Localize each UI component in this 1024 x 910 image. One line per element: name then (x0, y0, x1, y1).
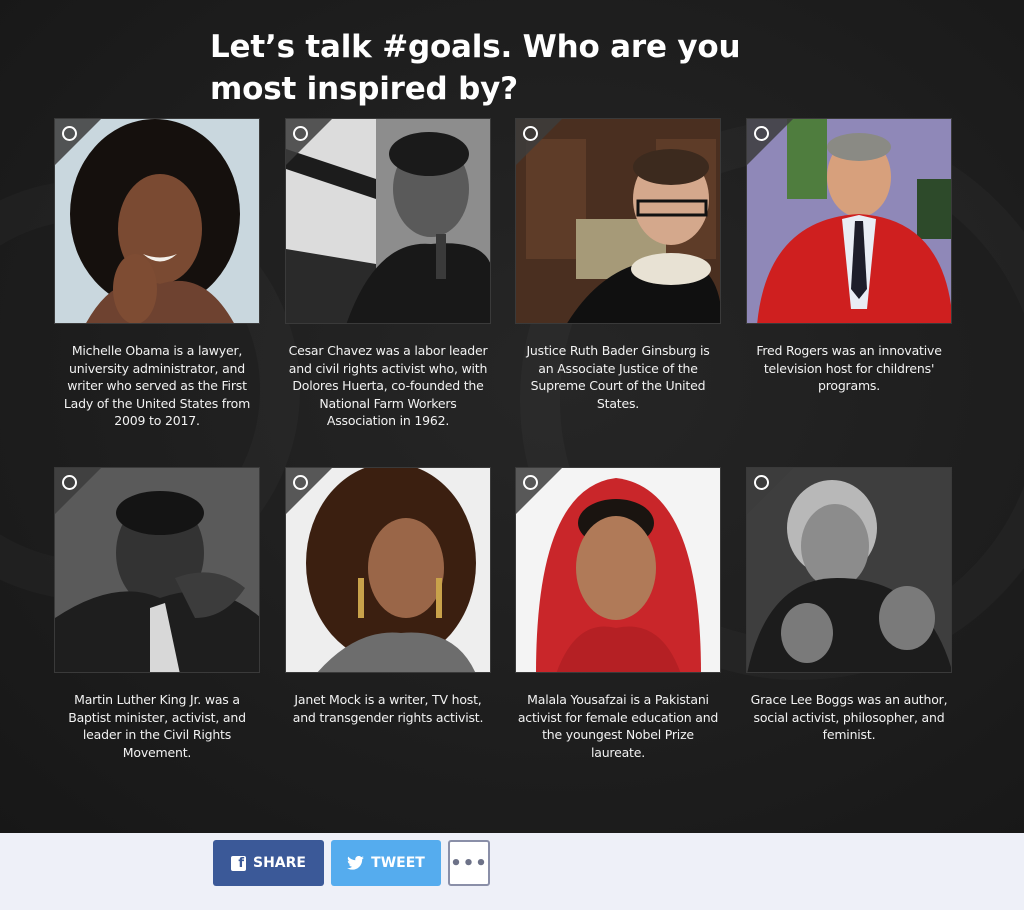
radio-button[interactable] (754, 126, 769, 141)
quiz-panel: Let’s talk #goals. Who are you most insp… (0, 0, 1024, 833)
facebook-icon: f (231, 855, 246, 871)
selection-corner (55, 119, 101, 165)
option-card-michelle-obama[interactable]: Michelle Obama is a lawyer, university a… (54, 118, 260, 430)
portrait-image[interactable] (285, 467, 491, 673)
option-caption: Michelle Obama is a lawyer, university a… (63, 343, 251, 428)
radio-button[interactable] (293, 126, 308, 141)
selection-corner (55, 468, 101, 514)
radio-button[interactable] (293, 475, 308, 490)
option-card-fred-rogers[interactable]: Fred Rogers was an innovative television… (746, 118, 952, 395)
twitter-bird-icon (347, 856, 365, 870)
portrait-image[interactable] (746, 118, 952, 324)
option-caption: Justice Ruth Bader Ginsburg is an Associ… (526, 343, 710, 411)
selection-corner (516, 119, 562, 165)
option-caption: Fred Rogers was an innovative television… (756, 343, 942, 393)
radio-button[interactable] (62, 475, 77, 490)
option-caption: Cesar Chavez was a labor leader and civi… (288, 343, 488, 428)
portrait-image[interactable] (746, 467, 952, 673)
portrait-image[interactable] (54, 467, 260, 673)
radio-button[interactable] (62, 126, 77, 141)
option-card-malala-yousafzai[interactable]: Malala Yousafzai is a Pakistani activist… (515, 467, 721, 761)
option-caption: Martin Luther King Jr. was a Baptist min… (68, 692, 246, 760)
option-caption: Grace Lee Boggs was an author, social ac… (750, 692, 948, 742)
selection-corner (516, 468, 562, 514)
quiz-question: Let’s talk #goals. Who are you most insp… (210, 29, 741, 107)
option-card-ruth-bader-ginsburg[interactable]: Justice Ruth Bader Ginsburg is an Associ… (515, 118, 721, 412)
portrait-image[interactable] (515, 467, 721, 673)
option-card-martin-luther-king[interactable]: Martin Luther King Jr. was a Baptist min… (54, 467, 260, 761)
tweet-button[interactable]: TWEET (331, 840, 441, 886)
share-label: SHARE (253, 855, 306, 871)
selection-corner (286, 119, 332, 165)
facebook-share-button[interactable]: f SHARE (213, 840, 324, 886)
portrait-image[interactable] (515, 118, 721, 324)
option-card-janet-mock[interactable]: Janet Mock is a writer, TV host, and tra… (285, 467, 491, 726)
selection-corner (286, 468, 332, 514)
radio-button[interactable] (523, 126, 538, 141)
option-card-grace-lee-boggs[interactable]: Grace Lee Boggs was an author, social ac… (746, 467, 952, 744)
option-caption: Janet Mock is a writer, TV host, and tra… (292, 692, 484, 725)
share-bar: f SHARE TWEET ••• (0, 833, 1024, 910)
radio-button[interactable] (523, 475, 538, 490)
more-dots-icon: ••• (450, 852, 488, 874)
option-card-cesar-chavez[interactable]: Cesar Chavez was a labor leader and civi… (285, 118, 491, 430)
portrait-image[interactable] (285, 118, 491, 324)
more-options-button[interactable]: ••• (448, 840, 490, 886)
radio-button[interactable] (754, 475, 769, 490)
selection-corner (747, 468, 793, 514)
selection-corner (747, 119, 793, 165)
option-caption: Malala Yousafzai is a Pakistani activist… (517, 692, 719, 760)
tweet-label: TWEET (371, 855, 425, 871)
portrait-image[interactable] (54, 118, 260, 324)
